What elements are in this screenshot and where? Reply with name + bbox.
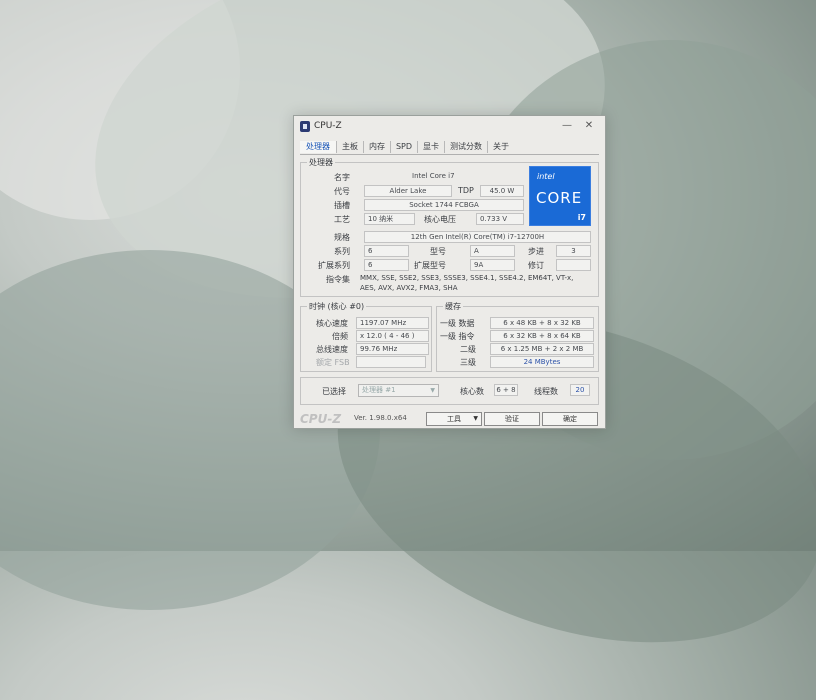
voltage-label: 核心电压 [424, 215, 456, 224]
l1-inst-value: 6 x 32 KB + 8 x 64 KB [490, 330, 594, 342]
codename-label: 代号 [334, 187, 350, 196]
technology-value: 10 纳米 [364, 213, 415, 225]
cpuz-window: CPU-Z — ✕ 处理器 主板 内存 SPD 显卡 测试分数 关于 处理器 名… [293, 115, 606, 429]
fsb-value [356, 356, 426, 368]
tdp-value: 45.0 W [480, 185, 524, 197]
name-value: Intel Core i7 [412, 172, 455, 180]
instructions-line-2: AES, AVX, AVX2, FMA3, SHA [360, 284, 458, 292]
stepping-label: 步进 [528, 247, 544, 256]
tdp-label: TDP [458, 186, 474, 195]
tools-button[interactable]: 工具 ▼ [426, 412, 482, 426]
voltage-value: 0.733 V [476, 213, 524, 225]
tab-about[interactable]: 关于 [488, 141, 514, 153]
cores-label: 核心数 [460, 387, 484, 396]
chevron-down-icon: ▼ [430, 387, 435, 394]
tab-spd[interactable]: SPD [391, 141, 418, 153]
family-label: 系列 [334, 247, 350, 256]
processor-group-title: 处理器 [307, 157, 335, 168]
tab-memory[interactable]: 内存 [364, 141, 391, 153]
core-speed-value: 1197.07 MHz [356, 317, 429, 329]
model-value: A [470, 245, 515, 257]
threads-value: 20 [570, 384, 590, 396]
bus-speed-value: 99.76 MHz [356, 343, 429, 355]
model-label: 型号 [430, 247, 446, 256]
tab-graphics[interactable]: 显卡 [418, 141, 445, 153]
specification-value: 12th Gen Intel(R) Core(TM) i7-12700H [364, 231, 591, 243]
l2-label: 二级 [460, 345, 476, 354]
stepping-value: 3 [556, 245, 591, 257]
instructions-label: 指令集 [326, 275, 350, 284]
tools-dropdown-icon: ▼ [473, 415, 478, 422]
processor-select[interactable]: 处理器 #1 ▼ [358, 384, 439, 397]
minimize-button[interactable]: — [560, 119, 574, 132]
ext-family-label: 扩展系列 [318, 261, 350, 270]
window-title: CPU-Z [314, 121, 342, 131]
l1-data-label: 一级 数据 [440, 319, 475, 328]
ext-model-value: 9A [470, 259, 515, 271]
cpuz-logo: CPU-Z [300, 412, 342, 426]
family-value: 6 [364, 245, 409, 257]
l1-data-value: 6 x 48 KB + 8 x 32 KB [490, 317, 594, 329]
tab-bench[interactable]: 测试分数 [445, 141, 488, 153]
package-value: Socket 1744 FCBGA [364, 199, 524, 211]
fsb-label: 额定 FSB [316, 358, 350, 367]
cores-value: 6 + 8 [494, 384, 518, 396]
specification-label: 规格 [334, 233, 350, 242]
l2-value: 6 x 1.25 MB + 2 x 2 MB [490, 343, 594, 355]
ext-family-value: 6 [364, 259, 409, 271]
multiplier-value: x 12.0 ( 4 - 46 ) [356, 330, 429, 342]
cpuz-app-icon [300, 121, 310, 132]
revision-label: 修订 [528, 261, 544, 270]
core-speed-label: 核心速度 [316, 319, 348, 328]
multiplier-label: 倍频 [332, 332, 348, 341]
clocks-group-title: 时钟 (核心 #0) [307, 301, 367, 312]
codename-value: Alder Lake [364, 185, 452, 197]
ext-model-label: 扩展型号 [414, 261, 446, 270]
l3-label: 三级 [460, 358, 476, 367]
technology-label: 工艺 [334, 215, 350, 224]
l1-inst-label: 一级 指令 [440, 332, 475, 341]
tab-processor[interactable]: 处理器 [300, 141, 337, 153]
tab-mainboard[interactable]: 主板 [337, 141, 364, 153]
title-bar: CPU-Z — ✕ [294, 116, 605, 136]
package-label: 插槽 [334, 201, 350, 210]
l3-value: 24 MBytes [490, 356, 594, 368]
revision-value [556, 259, 591, 271]
validate-button[interactable]: 验证 [484, 412, 540, 426]
name-label: 名字 [334, 173, 350, 182]
tab-bar: 处理器 主板 内存 SPD 显卡 测试分数 关于 [300, 141, 599, 155]
close-button[interactable]: ✕ [582, 119, 596, 132]
version-text: Ver. 1.98.0.x64 [354, 414, 407, 422]
selected-label: 已选择 [322, 387, 346, 396]
ok-button[interactable]: 确定 [542, 412, 598, 426]
bus-speed-label: 总线速度 [316, 345, 348, 354]
instructions-line-1: MMX, SSE, SSE2, SSE3, SSSE3, SSE4.1, SSE… [360, 274, 574, 282]
footer-bar: CPU-Z Ver. 1.98.0.x64 工具 ▼ 验证 确定 [294, 408, 605, 428]
intel-core-i7-logo: intel CORE i7 [529, 166, 591, 226]
cache-group-title: 缓存 [443, 301, 463, 312]
threads-label: 线程数 [534, 387, 558, 396]
